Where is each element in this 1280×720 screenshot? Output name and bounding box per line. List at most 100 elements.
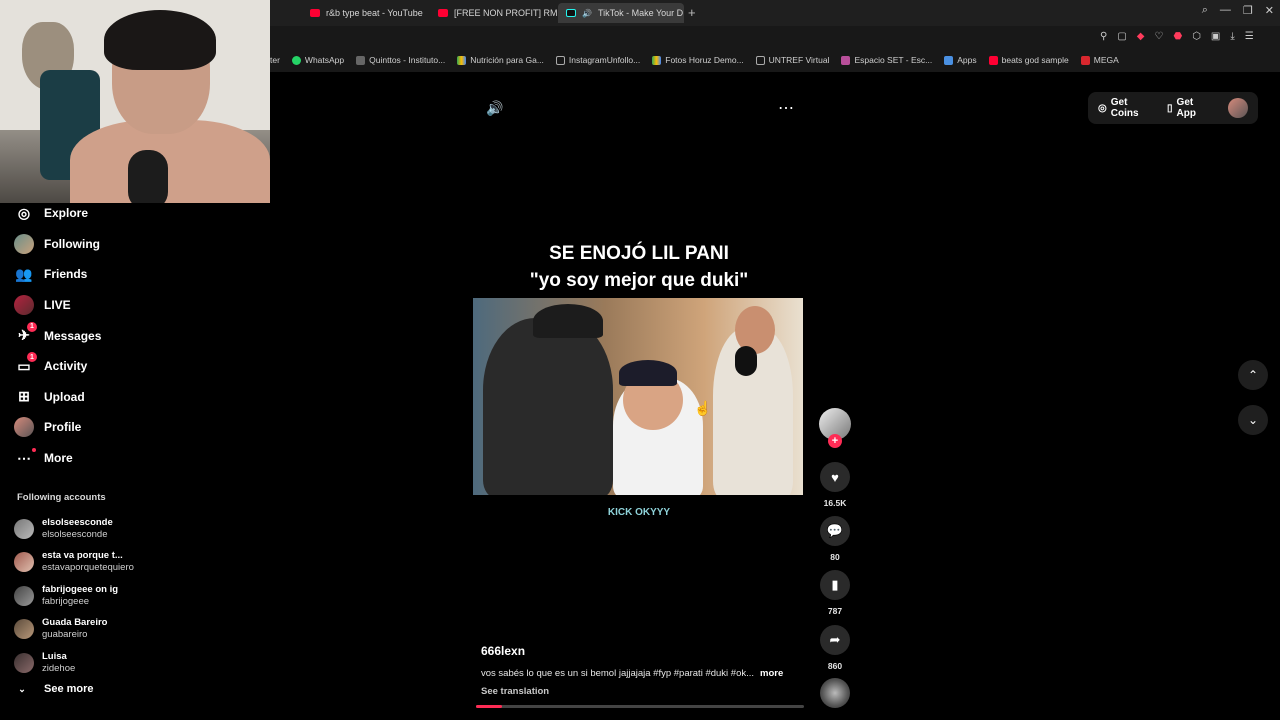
apps-icon [944,55,954,65]
following-accounts-list: elsolseesconde elsolseesconde esta va por… [14,512,264,680]
following-avatar-icon [14,233,34,254]
pocket-icon[interactable]: ◆ [1137,31,1145,42]
bookmark[interactable]: MEGA [1080,55,1119,65]
video-cap-center [619,360,677,386]
account-item[interactable]: fabrijogeee on ig fabrijogeee [14,579,264,613]
minimize-icon[interactable]: — [1220,4,1231,17]
get-app-button[interactable]: ▯ Get App [1167,97,1214,119]
comment-count: 80 [830,552,840,562]
sidebar-item-activity[interactable]: ▭ 1 Activity [14,351,264,382]
bookmark[interactable]: Fotos Horuz Demo... [652,55,744,65]
doc-icon [755,55,765,65]
tiktok-icon [566,9,576,17]
like-count: 16.5K [823,498,847,508]
video-headline: SE ENOJÓ LIL PANI "yo soy mejor que duki… [529,243,749,291]
bookmark[interactable]: beats god sample [988,55,1069,65]
share-button[interactable]: ➦ 860 [815,625,855,671]
adblock-icon[interactable]: ⬣ [1173,31,1182,42]
chevron-down-icon: ⌄ [18,683,26,694]
tab-youtube-rnb[interactable]: r&b type beat - YouTube [302,3,430,23]
follow-plus-icon[interactable]: + [828,434,842,448]
music-disc-icon[interactable] [820,678,850,708]
see-more-button[interactable]: ⌄ See more [14,683,93,695]
search-icon[interactable]: ⌕ [1202,4,1208,17]
sidebar-item-profile[interactable]: Profile [14,412,264,443]
restore-icon[interactable]: ❐ [1243,4,1253,17]
account-item[interactable]: esta va porque t... estavaporquetequiero [14,546,264,580]
mega-icon [1080,55,1090,65]
sidebar-item-following[interactable]: Following [14,229,264,260]
tab-title: [FREE NON PROFIT] RM [454,8,558,18]
speaker-icon: 🔊 [582,8,592,18]
bookmark[interactable]: Nutrición para Ga... [457,55,544,65]
whatsapp-icon [291,55,301,65]
comment-button[interactable]: 💬 80 [815,516,855,562]
coin-icon: ◎ [1098,102,1107,114]
account-item[interactable]: Guada Bareiro guabareiro [14,613,264,647]
tab-title: TikTok - Make Your D [597,8,684,18]
sidebar-item-explore[interactable]: ◎ Explore [14,198,264,229]
compass-icon: ◎ [17,204,31,221]
account-item[interactable]: elsolseesconde elsolseesconde [14,512,264,546]
youtube-icon [438,9,448,17]
drive-icon [457,55,467,65]
pin-icon[interactable]: ⚲ [1100,31,1107,42]
video-person-left [483,318,613,495]
save-button[interactable]: ▮ 787 [815,570,855,616]
description-more-button[interactable]: more [760,668,783,679]
heart-icon: ♥ [820,462,850,492]
sidebar-item-live[interactable]: LIVE [14,290,264,321]
following-accounts-title: Following accounts [17,492,106,503]
sidebar-item-messages[interactable]: ✈ 1 Messages [14,320,264,351]
tab-youtube-free[interactable]: [FREE NON PROFIT] RM [430,3,558,23]
video-microphone [735,346,757,376]
menu-icon[interactable]: ☰ [1245,31,1254,42]
new-tab-button[interactable]: + [688,5,696,20]
account-item[interactable]: Luisa zidehoe [14,646,264,680]
user-avatar[interactable] [1228,98,1248,118]
activity-icon: ▭ 1 [14,352,37,376]
heart-icon[interactable]: ♡ [1154,31,1163,42]
upload-icon: ⊞ [18,388,30,405]
bookmark[interactable]: Apps [944,55,977,65]
video-cap-left [533,304,603,338]
bookmark[interactable]: UNTREF Virtual [755,55,829,65]
video-frame[interactable] [473,298,803,495]
bookmark[interactable]: InstagramUnfollo... [555,55,640,65]
live-icon [14,295,34,316]
chevron-up-icon: ⌃ [1247,368,1259,382]
video-progress-fill [476,705,503,708]
see-translation-button[interactable]: See translation [481,686,549,697]
sidebar-item-upload[interactable]: ⊞ Upload [14,382,264,413]
chevron-down-icon: ⌄ [1247,413,1259,427]
bookmark[interactable]: Quinttos - Instituto... [356,55,445,65]
browser-toolbar: ⚲ ▢ ◆ ♡ ⬣ ⬡ ▣ ⤓ ☰ [1100,31,1254,42]
more-options-icon[interactable]: ⋯ [778,98,795,118]
get-coins-button[interactable]: ◎ Get Coins [1098,97,1157,119]
next-video-button[interactable]: ⌄ [1238,405,1268,435]
tab-title: r&b type beat - YouTube [326,8,423,18]
bookmarks-list: ter WhatsApp Quinttos - Instituto... Nut… [270,55,1119,65]
screenshot-icon[interactable]: ▢ [1117,31,1126,42]
sidebar-item-more[interactable]: ⋯ More [14,443,264,474]
extensions-icon[interactable]: ⬡ [1192,31,1201,42]
avatar [14,585,34,606]
bookmark[interactable]: WhatsApp [291,55,344,65]
video-progress-bar[interactable] [476,705,804,708]
video-description: vos sabés lo que es un si bemol jajjajaj… [481,668,784,679]
tab-tiktok[interactable]: 🔊 TikTok - Make Your D [558,3,684,23]
sidebar-item-friends[interactable]: 👥 Friends [14,259,264,290]
volume-icon[interactable]: 🔊 [486,100,503,117]
profile-icon[interactable]: ▣ [1211,31,1220,42]
notification-dot [32,448,36,453]
video-author[interactable]: 666lexn [481,644,525,658]
bookmark[interactable]: ter [270,55,280,65]
notification-badge: 1 [27,352,37,363]
previous-video-button[interactable]: ⌃ [1238,360,1268,390]
download-icon[interactable]: ⤓ [1230,31,1234,42]
friends-icon: 👥 [15,265,33,282]
set-icon [841,55,851,65]
like-button[interactable]: ♥ 16.5K [815,462,855,508]
bookmark[interactable]: Espacio SET - Esc... [841,55,932,65]
close-icon[interactable]: ✕ [1265,4,1274,17]
